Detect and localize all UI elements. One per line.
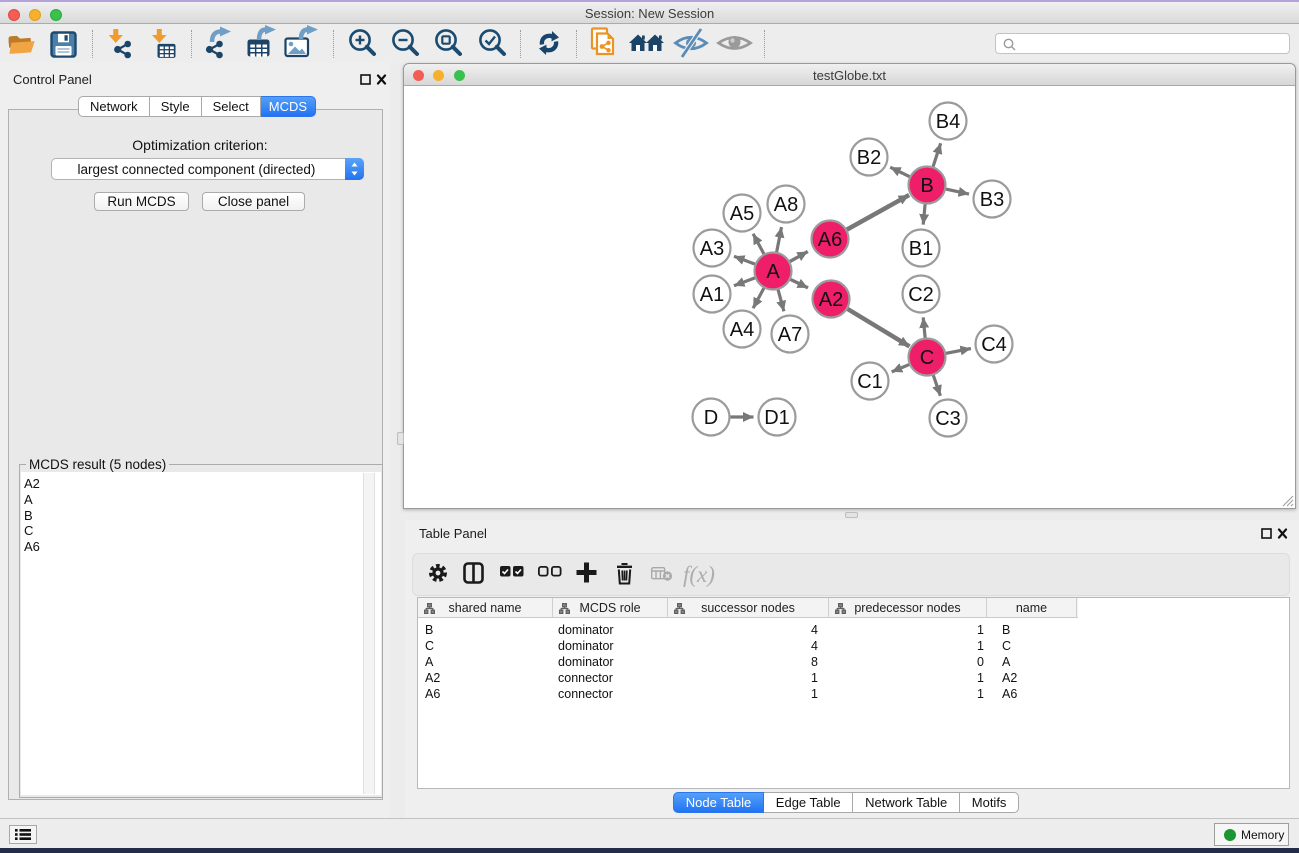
- svg-text:A3: A3: [700, 238, 724, 260]
- svg-text:C3: C3: [935, 408, 961, 430]
- svg-text:A8: A8: [774, 194, 798, 216]
- svg-text:A2: A2: [819, 289, 843, 311]
- svg-text:C: C: [920, 347, 934, 369]
- svg-text:D1: D1: [764, 407, 790, 429]
- svg-text:f(x): f(x): [683, 562, 715, 587]
- svg-text:B3: B3: [980, 189, 1004, 211]
- svg-text:A5: A5: [730, 203, 754, 225]
- svg-text:B2: B2: [857, 147, 881, 169]
- svg-text:D: D: [704, 407, 718, 429]
- svg-text:A4: A4: [730, 319, 754, 341]
- svg-text:C2: C2: [908, 284, 934, 306]
- svg-text:B1: B1: [909, 238, 933, 260]
- svg-text:C4: C4: [981, 334, 1007, 356]
- svg-text:A6: A6: [818, 229, 842, 251]
- svg-text:B4: B4: [936, 111, 960, 133]
- svg-text:A7: A7: [778, 324, 802, 346]
- svg-text:A1: A1: [700, 284, 724, 306]
- svg-text:A: A: [766, 261, 780, 283]
- svg-text:B: B: [920, 175, 933, 197]
- svg-text:C1: C1: [857, 371, 883, 393]
